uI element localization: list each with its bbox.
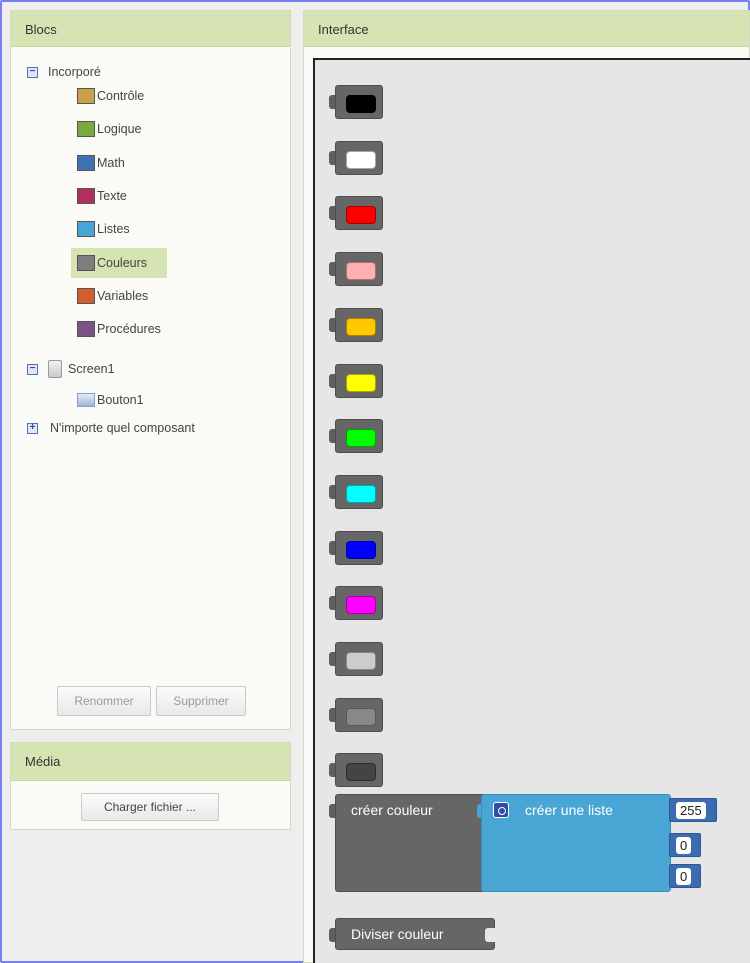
color-swatch[interactable]: [346, 95, 376, 113]
block-body: [335, 530, 383, 565]
color-block-magenta[interactable]: [329, 586, 385, 621]
color-block-gray[interactable]: [329, 697, 385, 732]
color-swatch[interactable]: [346, 317, 376, 336]
category-item-6[interactable]: Variables: [71, 281, 148, 311]
color-block-red[interactable]: [329, 196, 385, 231]
control-swatch-icon: [77, 88, 95, 104]
collapse-icon[interactable]: −: [27, 66, 38, 78]
tree-node-label: Screen1: [68, 362, 115, 376]
block-body: [335, 140, 383, 175]
block-body: [335, 307, 383, 342]
math-swatch-icon: [77, 154, 95, 171]
color-block-orange[interactable]: [329, 307, 385, 342]
category-label: Texte: [97, 188, 127, 203]
tree-node-bouton1[interactable]: Bouton1: [77, 387, 144, 413]
media-panel-title: Média: [11, 743, 290, 781]
delete-button[interactable]: Supprimer: [156, 686, 246, 716]
color-block-blue[interactable]: [329, 530, 385, 565]
mutator-gear-icon[interactable]: [493, 802, 509, 818]
block-body: [335, 642, 383, 676]
number-value[interactable]: 0: [676, 868, 692, 885]
color-swatch[interactable]: [346, 373, 376, 392]
make-list-label: créer une liste: [525, 802, 613, 818]
logic-swatch-icon: [77, 121, 95, 138]
category-item-7[interactable]: Procédures: [71, 314, 161, 344]
category-label: Listes: [97, 222, 130, 237]
split-color-label: Diviser couleur: [351, 926, 444, 942]
blocks-panel-title: Blocs: [11, 11, 290, 47]
category-item-0[interactable]: Contrôle: [71, 81, 144, 111]
tree-node-any-component[interactable]: + N'importe quel composant: [27, 415, 195, 441]
color-swatch[interactable]: [346, 484, 376, 503]
color-swatch[interactable]: [346, 707, 376, 726]
variables-swatch-icon: [77, 287, 95, 304]
color-swatch[interactable]: [346, 596, 376, 615]
blocks-workspace[interactable]: créer couleur créer une liste 255 0 0 Di…: [313, 58, 750, 963]
block-body: [335, 252, 383, 287]
block-body: [335, 419, 383, 454]
procedures-swatch-icon: [77, 321, 95, 338]
category-item-3[interactable]: Texte: [71, 181, 127, 211]
color-block-dark-gray[interactable]: [329, 753, 385, 788]
block-body: [335, 697, 383, 732]
block-body: [335, 586, 383, 621]
make-color-block[interactable]: créer couleur créer une liste 255 0 0: [329, 794, 729, 894]
collapse-icon[interactable]: −: [27, 363, 38, 375]
color-block-pink[interactable]: [329, 252, 385, 287]
color-block-white[interactable]: [329, 140, 385, 175]
category-label: Logique: [97, 122, 142, 137]
number-value[interactable]: 0: [676, 837, 692, 854]
colors-swatch-icon: [77, 254, 95, 271]
screen-icon: [48, 360, 62, 378]
color-block-cyan[interactable]: [329, 474, 385, 509]
category-label: Contrôle: [97, 89, 145, 103]
block-body: [335, 753, 383, 788]
lists-swatch-icon: [77, 221, 95, 238]
split-color-block[interactable]: Diviser couleur: [329, 918, 519, 952]
category-item-5[interactable]: Couleurs: [71, 247, 167, 278]
number-block-2[interactable]: 0: [669, 864, 701, 888]
socket: [485, 928, 495, 942]
button-icon: [77, 393, 95, 407]
category-label: Variables: [97, 288, 149, 303]
upload-file-button[interactable]: Charger fichier ...: [81, 793, 219, 821]
category-item-1[interactable]: Logique: [71, 114, 142, 144]
text-swatch-icon: [77, 187, 95, 204]
category-label: Procédures: [97, 322, 161, 337]
number-block-1[interactable]: 0: [669, 833, 701, 857]
make-color-label: créer couleur: [351, 802, 433, 818]
color-block-yellow[interactable]: [329, 363, 385, 398]
number-value[interactable]: 255: [676, 802, 706, 819]
media-panel: Média Charger fichier ...: [10, 742, 291, 830]
color-swatch[interactable]: [346, 150, 376, 169]
tree-node-label: N'importe quel composant: [50, 421, 195, 435]
rename-button[interactable]: Renommer: [57, 686, 151, 716]
color-swatch[interactable]: [346, 206, 376, 225]
color-swatch[interactable]: [346, 262, 376, 281]
blocks-panel: Blocs − Incorporé Contrôle Logique Math Tex…: [10, 10, 291, 730]
color-block-light-gray[interactable]: [329, 642, 385, 676]
category-label: Couleurs: [97, 255, 148, 270]
block-body: [335, 474, 383, 509]
tree-node-label: Bouton1: [97, 393, 144, 407]
color-swatch[interactable]: [346, 429, 376, 448]
tree-node-label: Incorporé: [48, 65, 101, 79]
number-block-0[interactable]: 255: [669, 798, 717, 822]
block-body: [335, 196, 383, 231]
category-item-4[interactable]: Listes: [71, 214, 130, 244]
category-label: Math: [97, 155, 125, 170]
expand-icon[interactable]: +: [27, 422, 38, 434]
tree-node-screen1[interactable]: − Screen1: [27, 356, 115, 382]
color-block-green[interactable]: [329, 419, 385, 454]
block-body: [335, 85, 383, 119]
color-swatch[interactable]: [346, 540, 376, 559]
interface-panel-title: Interface: [304, 11, 749, 47]
color-swatch[interactable]: [346, 652, 376, 670]
block-body: [335, 363, 383, 398]
color-block-black[interactable]: [329, 85, 385, 119]
color-swatch[interactable]: [346, 763, 376, 782]
category-item-2[interactable]: Math: [71, 148, 125, 178]
blocks-sidebar: Blocs − Incorporé Contrôle Logique Math Tex…: [10, 10, 291, 730]
